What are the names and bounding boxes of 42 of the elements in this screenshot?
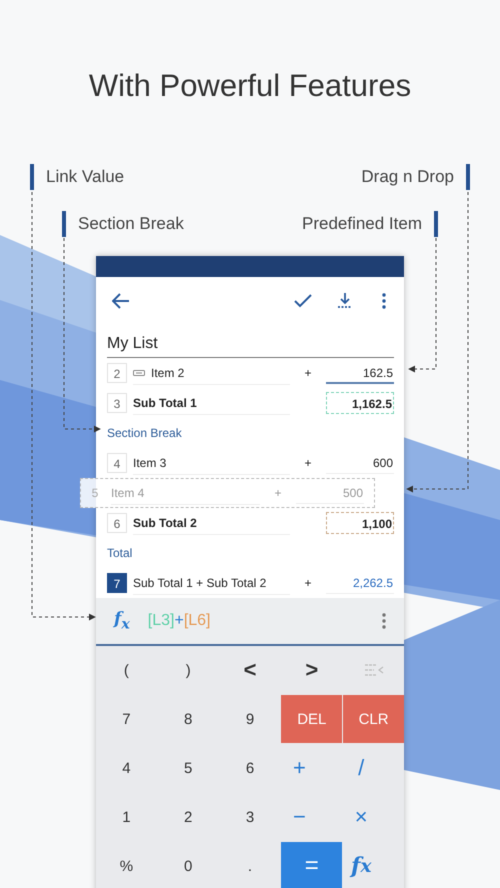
operator: + <box>303 576 312 590</box>
line-number: 3 <box>107 393 127 413</box>
value-field[interactable]: 1,100 <box>326 512 394 534</box>
callout-marker <box>62 211 66 237</box>
section-heading: Total <box>106 545 134 562</box>
value-field[interactable]: 162.5 <box>326 362 394 384</box>
callout-label: Link Value <box>46 167 124 187</box>
headline: With Powerful Features <box>88 67 412 105</box>
value-field[interactable]: 1,162.5 <box>326 392 394 414</box>
download-icon[interactable] <box>338 293 352 309</box>
line-number: 6 <box>107 513 127 533</box>
item-label[interactable]: Item 2 <box>151 366 184 380</box>
item-label[interactable]: Sub Total 1 + Sub Total 2 <box>133 576 266 590</box>
callout-label: Predefined Item <box>302 214 422 234</box>
line-number: 7 <box>107 573 127 593</box>
keypad-key[interactable]: = <box>281 842 342 888</box>
item-label[interactable]: Item 3 <box>133 456 166 470</box>
line-number: 5 <box>90 485 100 502</box>
lines-arrow-icon <box>364 664 384 676</box>
callout-label: Section Break <box>78 214 184 234</box>
callout-marker <box>30 164 34 190</box>
function-label[interactable]: f$_{x}$ <box>114 609 130 633</box>
back-arrow-icon[interactable] <box>112 293 130 309</box>
line-number: 2 <box>107 363 127 383</box>
item-label[interactable]: Sub Total 1 <box>133 396 197 410</box>
list-title[interactable]: My List <box>107 325 394 358</box>
section-heading: Section Break <box>106 425 183 442</box>
formula-bar[interactable]: f$_{x}$ [L3]+[L6] <box>96 598 404 646</box>
value-field[interactable]: 600 <box>326 452 394 474</box>
callout-marker <box>466 164 470 190</box>
line-number: 4 <box>107 453 127 473</box>
operator: + <box>303 366 312 380</box>
more-icon[interactable] <box>382 613 386 629</box>
operator: + <box>303 456 312 470</box>
value-field[interactable]: 2,262.5 <box>326 572 394 594</box>
check-icon[interactable] <box>294 294 312 308</box>
callout-label: Drag n Drop <box>361 167 454 187</box>
more-icon[interactable] <box>382 293 386 309</box>
callout-marker <box>434 211 438 237</box>
operator: + <box>273 486 282 500</box>
formula-text: [L3]+[L6] <box>148 612 212 630</box>
item-label[interactable]: Sub Total 2 <box>133 516 197 530</box>
